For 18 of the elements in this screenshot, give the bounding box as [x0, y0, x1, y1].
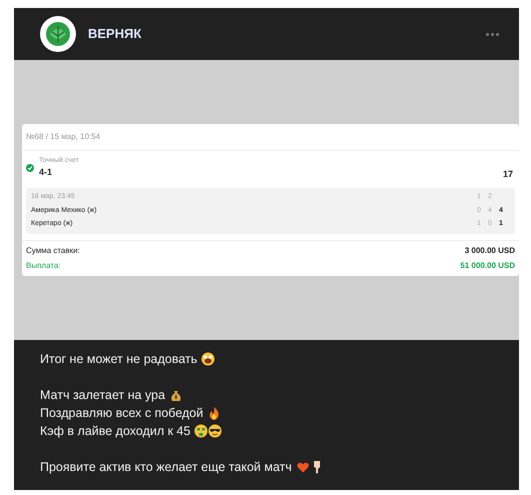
- more-options-icon[interactable]: [486, 32, 499, 36]
- money-bag-icon: [169, 388, 184, 402]
- fire-icon: [207, 406, 222, 420]
- message-line: Кэф в лайве доходил к 45: [40, 423, 190, 440]
- sunglasses-face-icon: [208, 424, 222, 438]
- heart-icon: [296, 460, 310, 474]
- odds-value: 17: [502, 168, 513, 181]
- message-line: Проявите актив кто желает еще такой матч: [40, 459, 292, 476]
- summary-value: 51 000.00 USD: [460, 260, 515, 272]
- bet-header: №68 / 15 мар, 10:54: [22, 124, 519, 152]
- message-line: Итог не может не радовать: [40, 351, 198, 368]
- summary-label: Сумма ставки:: [26, 244, 80, 257]
- pick-value: 4-1: [39, 166, 54, 180]
- message-line: Поздравляю всех с победой: [40, 405, 204, 422]
- summary-label: Выплата:: [26, 260, 61, 272]
- message-line: Матч залетает на ура: [40, 387, 166, 404]
- channel-name: ВЕРНЯК: [88, 25, 142, 44]
- summary-value: 3 000.00 USD: [464, 244, 515, 257]
